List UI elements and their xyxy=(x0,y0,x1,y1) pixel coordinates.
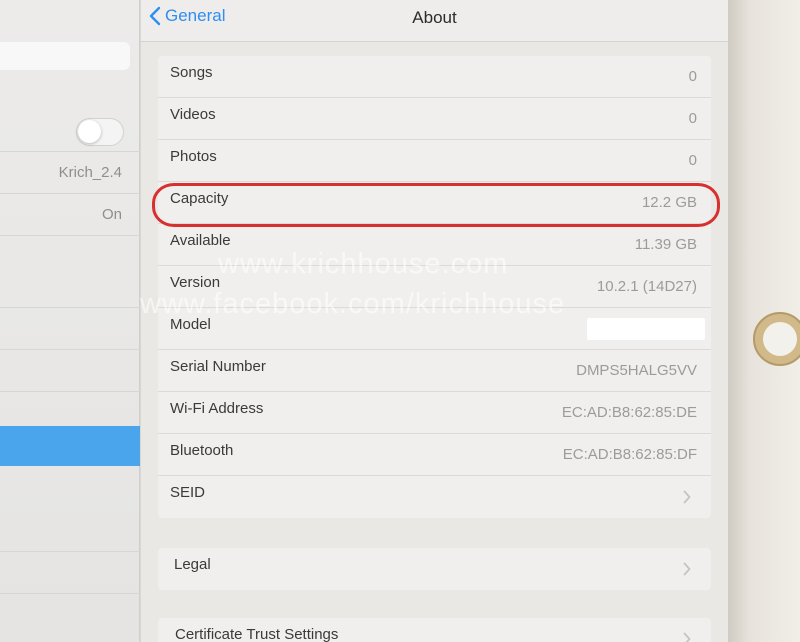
sidebar-item[interactable] xyxy=(0,510,140,552)
row-label: Version xyxy=(170,274,221,291)
row-value: EC:AD:B8:62:85:DF xyxy=(562,446,697,463)
certificate-trust-settings-label: Certificate Trust Settings xyxy=(175,626,339,642)
about-row-capacity: Capacity 12.2 GB xyxy=(158,182,711,224)
row-label: Wi-Fi Address xyxy=(170,400,264,417)
about-pane: General About Songs 0 Videos 0 Photos 0 … xyxy=(141,0,728,642)
navigation-bar: General About xyxy=(141,0,728,42)
legal-row[interactable]: Legal xyxy=(158,548,711,590)
chevron-right-icon xyxy=(683,562,691,576)
row-value: 0 xyxy=(688,68,697,85)
row-label: SEID xyxy=(170,484,206,501)
row-value: 0 xyxy=(688,152,697,169)
certificate-group: Certificate Trust Settings xyxy=(158,618,711,642)
sidebar-item[interactable] xyxy=(0,308,140,350)
certificate-trust-settings-row[interactable]: Certificate Trust Settings xyxy=(158,618,711,642)
about-row-available: Available 11.39 GB xyxy=(158,224,711,266)
home-button[interactable] xyxy=(753,312,800,366)
about-row-version[interactable]: Version 10.2.1 (14D27) xyxy=(158,266,711,308)
row-value: DMPS5HALG5VV xyxy=(576,362,697,379)
row-label: Capacity xyxy=(170,190,229,207)
row-label: Bluetooth xyxy=(170,442,234,459)
legal-label: Legal xyxy=(174,556,211,573)
row-value: 10.2.1 (14D27) xyxy=(596,278,697,295)
wifi-network-value: Krich_2.4 xyxy=(58,164,122,181)
row-label: Available xyxy=(170,232,231,249)
row-label: Serial Number xyxy=(170,358,266,375)
home-button-face xyxy=(763,322,797,356)
airplane-mode-toggle[interactable] xyxy=(76,118,124,146)
sidebar-item-wifi[interactable]: Krich_2.4 xyxy=(0,152,140,194)
sidebar-item[interactable] xyxy=(0,552,140,594)
sidebar-item-bluetooth[interactable]: On xyxy=(0,194,140,236)
about-row-seid[interactable]: SEID xyxy=(158,476,711,518)
row-value: 11.39 GB xyxy=(634,236,697,253)
row-value: 0 xyxy=(688,110,697,127)
chevron-right-icon xyxy=(683,490,691,504)
about-row-photos: Photos 0 xyxy=(158,140,711,182)
row-label: Songs xyxy=(170,64,213,81)
sidebar-item[interactable] xyxy=(0,266,140,308)
settings-sidebar: Krich_2.4 On xyxy=(0,0,140,642)
sidebar-item-general-selected[interactable] xyxy=(0,426,140,466)
row-value: EC:AD:B8:62:85:DE xyxy=(561,404,697,421)
about-row-bluetooth: Bluetooth EC:AD:B8:62:85:DF xyxy=(158,434,711,476)
row-label: Model xyxy=(170,316,211,333)
about-info-group: Songs 0 Videos 0 Photos 0 Capacity 12.2 … xyxy=(158,56,711,518)
row-value: 12.2 GB xyxy=(641,194,697,211)
bluetooth-status-value: On xyxy=(101,206,122,223)
about-row-videos: Videos 0 xyxy=(158,98,711,140)
about-row-wifi-address: Wi-Fi Address EC:AD:B8:62:85:DE xyxy=(158,392,711,434)
about-row-serial-number[interactable]: Serial Number DMPS5HALG5VV xyxy=(158,350,711,392)
toggle-knob xyxy=(78,120,101,143)
row-label: Photos xyxy=(170,148,217,165)
redacted-value xyxy=(587,318,705,340)
page-title: About xyxy=(412,8,457,27)
about-row-model[interactable]: Model xyxy=(158,308,711,350)
sidebar-search-field[interactable] xyxy=(0,42,130,70)
chevron-right-icon xyxy=(683,632,691,642)
sidebar-item-airplane-mode[interactable] xyxy=(0,110,140,152)
sidebar-item[interactable] xyxy=(0,350,140,392)
about-row-songs: Songs 0 xyxy=(158,56,711,98)
row-label: Videos xyxy=(170,106,216,123)
legal-group: Legal xyxy=(158,548,711,590)
